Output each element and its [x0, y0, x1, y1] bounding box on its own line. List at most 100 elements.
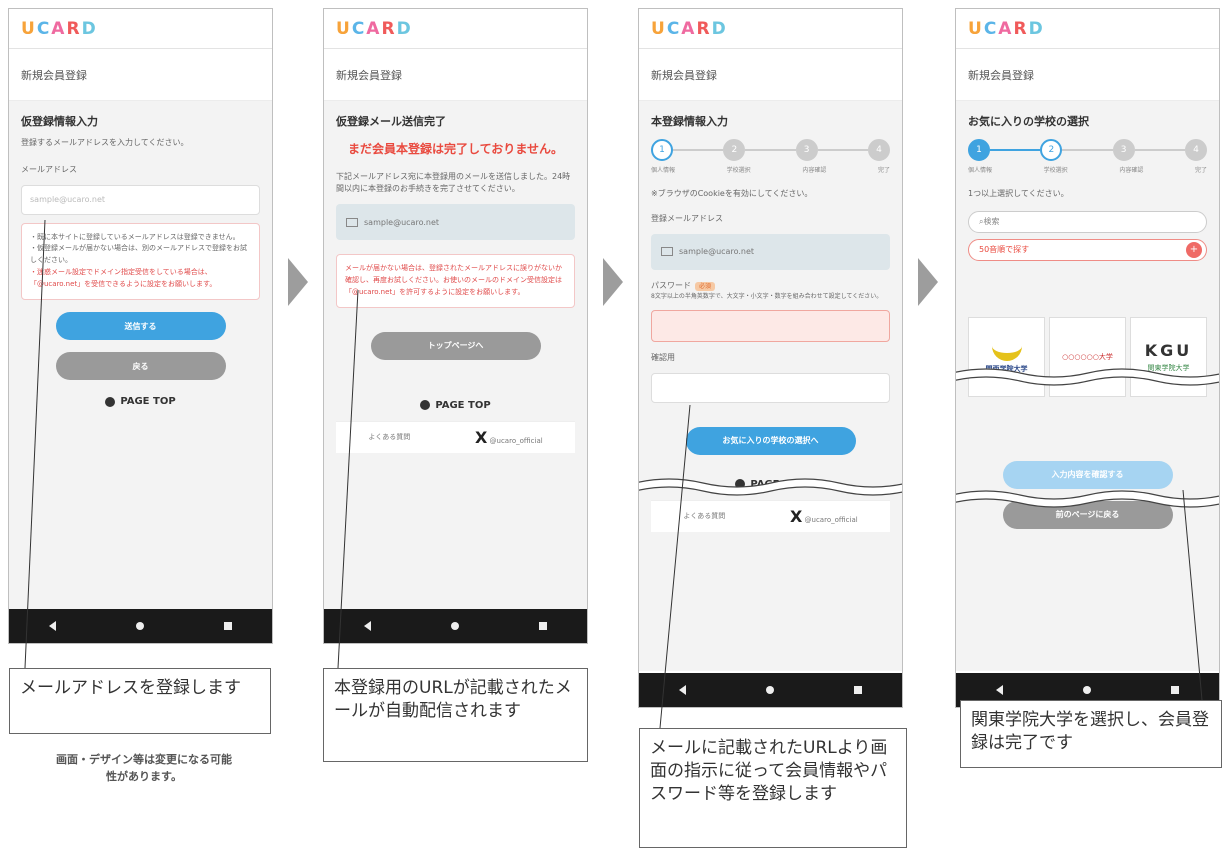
- page-top-link[interactable]: PAGE TOP: [21, 380, 260, 417]
- confirm-input-button[interactable]: 入力内容を確認する: [1002, 460, 1173, 489]
- phone-screen-2: UCARD 新規会員登録 仮登録メール送信完了 まだ会員本登録は完了しておりませ…: [323, 8, 588, 644]
- notice-box: メールが届かない場合は、登録されたメールアドレスに誤りがないか確認し、再度お試し…: [336, 254, 575, 308]
- step-labels: 個人情報 学校選択 内容確認 完了: [968, 167, 1207, 174]
- app-header: UCARD: [324, 9, 587, 49]
- android-nav-bar: [324, 609, 587, 643]
- app-header: UCARD: [956, 9, 1219, 49]
- flow-arrow-1: [288, 258, 308, 306]
- ucaro-logo[interactable]: UCARD: [968, 19, 1045, 39]
- instruction-text: 登録するメールアドレスを入力してください。: [21, 138, 189, 147]
- cookie-note: ※ブラウザのCookieを有効にしてください。: [651, 189, 813, 198]
- page-title: 新規会員登録: [956, 49, 1219, 101]
- password-label: パスワード 必須: [651, 280, 890, 293]
- ucaro-logo[interactable]: UCARD: [651, 19, 728, 39]
- android-nav-bar: [9, 609, 272, 643]
- callout-step-3: メールに記載されたURLより画面の指示に従って会員情報やパスワード等を登録します: [639, 728, 907, 848]
- section-title: 仮登録メール送信完了: [336, 115, 446, 128]
- step-1: 1: [651, 139, 673, 161]
- plus-icon: +: [1186, 241, 1202, 258]
- x-account-link[interactable]: X @ucaro_official: [790, 507, 858, 526]
- body-text: 下記メールアドレス宛に本登録用のメールを送信しました。24時間以内に本登録のお手…: [336, 171, 571, 194]
- step-2: 2: [1040, 139, 1063, 161]
- phone-screen-4: UCARD 新規会員登録 お気に入りの学校の選択 1 2 3 4 個人情報 学校選…: [955, 8, 1220, 708]
- app-header: UCARD: [639, 9, 902, 49]
- notice-line: ・仮登録メールが届かない場合は、別のメールアドレスで登録をお試しください。: [30, 244, 247, 265]
- back-icon[interactable]: [679, 685, 686, 695]
- callout-step-2: 本登録用のURLが記載されたメールが自動配信されます: [323, 668, 588, 762]
- select-prompt: 1つ以上選択してください。: [968, 189, 1069, 198]
- progress-stepper: 1 2 3 4: [968, 139, 1207, 161]
- app-header: UCARD: [9, 9, 272, 49]
- step-4: 4: [1184, 139, 1207, 161]
- arrow-up-icon: [105, 396, 116, 407]
- sent-email-display: sample@ucaro.net: [336, 204, 575, 241]
- next-school-select-button[interactable]: お気に入りの学校の選択へ: [685, 426, 856, 455]
- step-4: 4: [867, 139, 890, 161]
- school-search-input[interactable]: ⌕ 検索: [968, 210, 1207, 233]
- disclaimer-note: 画面・デザイン等は変更になる可能性があります。: [56, 753, 232, 783]
- email-field-label: メールアドレス: [21, 164, 77, 174]
- faq-link[interactable]: よくある質問: [368, 432, 410, 442]
- home-icon[interactable]: [451, 622, 459, 630]
- notice-text: メールが届かない場合は、登録されたメールアドレスに誤りがないか確認し、再度お試し…: [345, 264, 562, 296]
- page-title: 新規会員登録: [9, 49, 272, 101]
- step-1: 1: [968, 139, 990, 161]
- phone-screen-1: UCARD 新規会員登録 仮登録情報入力 登録するメールアドレスを入力してくださ…: [8, 8, 273, 644]
- alphabetical-select[interactable]: 50音順で探す +: [968, 238, 1207, 261]
- screen-break-mark: [956, 490, 1219, 508]
- password-hint: 8文字以上の半角英数字で、大文字・小文字・数字を組み合わせて設定してください。: [651, 293, 883, 301]
- page-title: 新規会員登録: [639, 49, 902, 101]
- ucaro-logo[interactable]: UCARD: [21, 19, 98, 39]
- screen-break-mark: [956, 368, 1219, 386]
- notice-line-warning: ・迷惑メール設定でドメイン指定受信をしている場合は、「@ucaro.net」を受…: [30, 268, 217, 289]
- step-3: 3: [1112, 139, 1135, 161]
- flow-arrow-2: [603, 258, 623, 306]
- arrow-up-icon: [420, 400, 431, 411]
- home-icon[interactable]: [1083, 686, 1091, 694]
- ucaro-logo[interactable]: UCARD: [336, 19, 413, 39]
- flow-arrow-3: [918, 258, 938, 306]
- x-account-link[interactable]: X @ucaro_official: [475, 428, 543, 447]
- school-logo-icon: [991, 339, 1022, 362]
- callout-step-4: 関東学院大学を選択し、会員登録は完了です: [960, 700, 1222, 768]
- section-title: 仮登録情報入力: [21, 115, 98, 128]
- notice-line: ・既に本サイトに登録しているメールアドレスは登録できません。: [30, 232, 240, 241]
- confirm-password-label: 確認用: [651, 352, 675, 362]
- screen-break-mark: [639, 478, 902, 496]
- recent-apps-icon[interactable]: [854, 686, 862, 694]
- x-logo-icon: X: [789, 506, 803, 526]
- home-icon[interactable]: [766, 686, 774, 694]
- page-title: 新規会員登録: [324, 49, 587, 101]
- footer-links: よくある質問 X @ucaro_official: [336, 420, 575, 453]
- back-icon[interactable]: [996, 685, 1003, 695]
- required-badge: 必須: [695, 281, 716, 291]
- progress-stepper: 1 2 3 4: [651, 139, 890, 161]
- section-title: お気に入りの学校の選択: [968, 115, 1089, 128]
- top-page-button[interactable]: トップページへ: [370, 331, 541, 360]
- faq-link[interactable]: よくある質問: [683, 511, 725, 521]
- page-top-link[interactable]: PAGE TOP: [336, 360, 575, 421]
- mail-icon: [346, 217, 358, 227]
- recent-apps-icon[interactable]: [224, 622, 232, 630]
- recent-apps-icon[interactable]: [1171, 686, 1179, 694]
- footer-links: よくある質問 X @ucaro_official: [651, 499, 890, 532]
- back-button[interactable]: 戻る: [55, 352, 226, 381]
- home-icon[interactable]: [136, 622, 144, 630]
- notice-box: ・既に本サイトに登録しているメールアドレスは登録できません。 ・仮登録メールが届…: [21, 222, 260, 301]
- step-2: 2: [723, 139, 746, 161]
- warning-message: まだ会員本登録は完了しておりません。: [348, 142, 563, 156]
- step-3: 3: [795, 139, 818, 161]
- x-logo-icon: X: [474, 427, 488, 447]
- back-icon[interactable]: [364, 621, 371, 631]
- mail-icon: [661, 247, 673, 257]
- back-icon[interactable]: [49, 621, 56, 631]
- phone-screen-3: UCARD 新規会員登録 本登録情報入力 1 2 3 4 個人情報 学校選択 内容確…: [638, 8, 903, 708]
- email-input[interactable]: sample@ucaro.net: [21, 184, 260, 215]
- android-nav-bar: [639, 673, 902, 707]
- submit-button[interactable]: 送信する: [55, 312, 226, 341]
- registered-email-display: sample@ucaro.net: [651, 233, 890, 270]
- recent-apps-icon[interactable]: [539, 622, 547, 630]
- callout-step-1: メールアドレスを登録します: [9, 668, 271, 734]
- confirm-password-input[interactable]: [651, 372, 890, 403]
- password-input[interactable]: [651, 309, 890, 342]
